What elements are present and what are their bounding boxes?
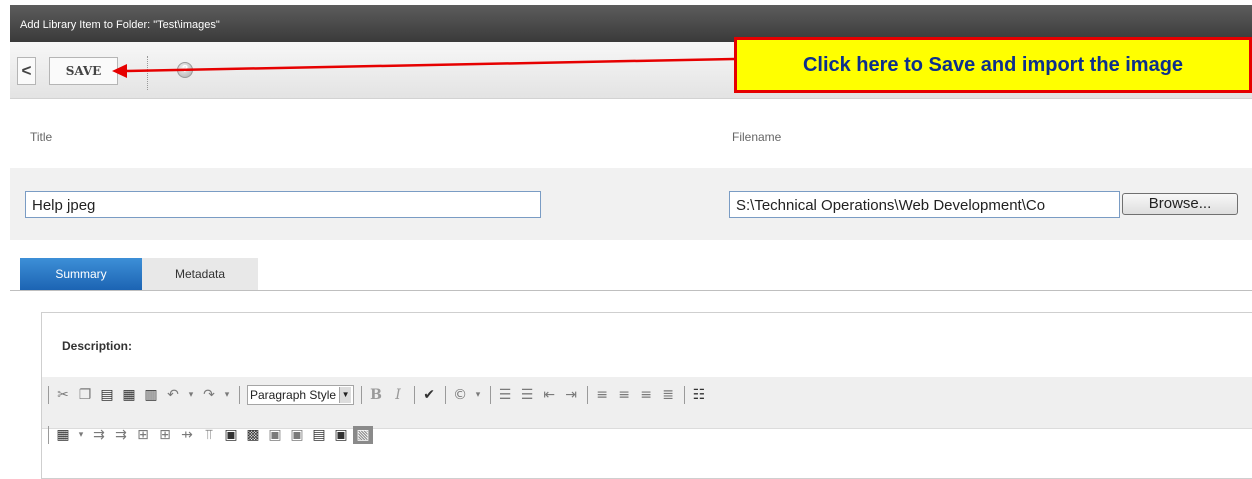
annotation-callout: Click here to Save and import the image	[734, 37, 1252, 93]
delete-row-icon[interactable]: ⫪	[199, 426, 219, 444]
align-left-icon[interactable]: ≡	[592, 386, 612, 404]
insert-row-above-icon[interactable]: ⊞	[133, 426, 153, 444]
tab-divider	[10, 290, 1252, 291]
tab-metadata[interactable]: Metadata	[142, 258, 258, 290]
browse-button[interactable]: Browse...	[1122, 193, 1238, 215]
toolbar-separator	[445, 386, 447, 404]
undo-dropdown-icon[interactable]: ▾	[185, 386, 197, 404]
save-button[interactable]: SAVE	[49, 57, 118, 85]
bulleted-list-icon[interactable]: ☰	[517, 386, 537, 404]
numbered-list-icon[interactable]: ☰	[495, 386, 515, 404]
title-label: Title	[30, 130, 53, 144]
definition-list-icon[interactable]: ☷	[689, 386, 709, 404]
toolbar-separator	[361, 386, 363, 404]
justify-icon[interactable]: ≣	[658, 386, 678, 404]
insert-table-dropdown-icon[interactable]: ▾	[75, 426, 87, 444]
merge-down-icon[interactable]: ▣	[287, 426, 307, 444]
italic-button[interactable]: I	[388, 386, 408, 404]
toolbar-row-1: ✂ ❐ ▤ ▦ ▥ ↶ ▾ ↷ ▾ Paragraph Style ▼ B I …	[44, 384, 711, 406]
paste-icon[interactable]: ▤	[97, 386, 117, 404]
split-cell-icon[interactable]: ▩	[243, 426, 263, 444]
window-title: Add Library Item to Folder: "Test\images…	[20, 19, 220, 31]
toolbar-separator	[587, 386, 589, 404]
toolbar-separator	[414, 386, 416, 404]
tab-summary[interactable]: Summary	[20, 258, 142, 290]
callout-text: Click here to Save and import the image	[802, 54, 1184, 76]
align-right-icon[interactable]: ≡	[636, 386, 656, 404]
back-button[interactable]: <	[17, 57, 36, 85]
redo-icon[interactable]: ↷	[199, 386, 219, 404]
delete-column-icon[interactable]: ⇸	[177, 426, 197, 444]
merge-cells-icon[interactable]: ▣	[221, 426, 241, 444]
insert-column-before-icon[interactable]: ⇉	[89, 426, 109, 444]
cut-icon[interactable]: ✂	[53, 386, 73, 404]
align-center-icon[interactable]: ≡	[614, 386, 634, 404]
undo-icon[interactable]: ↶	[163, 386, 183, 404]
filename-input[interactable]: S:\Technical Operations\Web Development\…	[729, 191, 1120, 218]
merge-right-icon[interactable]: ▣	[265, 426, 285, 444]
redo-dropdown-icon[interactable]: ▾	[221, 386, 233, 404]
title-input[interactable]: Help jpeg	[25, 191, 541, 218]
table-properties-icon[interactable]: ▣	[331, 426, 351, 444]
insert-table-icon[interactable]: ▦	[53, 426, 73, 444]
insert-row-below-icon[interactable]: ⊞	[155, 426, 175, 444]
toolbar-separator	[684, 386, 686, 404]
toolbar-separator	[147, 56, 148, 90]
paste-plain-text-icon[interactable]: ▥	[141, 386, 161, 404]
paragraph-style-select[interactable]: Paragraph Style ▼	[247, 385, 355, 405]
cell-properties-icon[interactable]: ▤	[309, 426, 329, 444]
toolbar-separator	[48, 386, 49, 404]
paragraph-style-value: Paragraph Style	[250, 388, 337, 402]
filename-label: Filename	[732, 130, 782, 144]
toolbar-separator	[239, 386, 240, 404]
indent-icon[interactable]: ⇥	[561, 386, 581, 404]
toolbar-separator	[490, 386, 492, 404]
description-label: Description:	[62, 339, 133, 353]
chevron-down-icon: ▼	[339, 387, 352, 403]
toolbar-separator	[48, 426, 49, 444]
spellcheck-icon[interactable]: ✔	[419, 386, 439, 404]
insert-column-after-icon[interactable]: ⇉	[111, 426, 131, 444]
copy-icon[interactable]: ❐	[75, 386, 95, 404]
show-table-borders-icon[interactable]: ▧	[353, 426, 373, 444]
help-icon[interactable]: ?	[177, 62, 193, 78]
paste-from-word-icon[interactable]: ▦	[119, 386, 139, 404]
special-character-icon[interactable]: ©	[450, 386, 470, 404]
special-character-dropdown-icon[interactable]: ▾	[472, 386, 484, 404]
bold-button[interactable]: B	[366, 386, 386, 404]
outdent-icon[interactable]: ⇤	[539, 386, 559, 404]
toolbar-row-2: ▦ ▾ ⇉ ⇉ ⊞ ⊞ ⇸ ⫪ ▣ ▩ ▣ ▣ ▤ ▣ ▧	[44, 424, 375, 446]
